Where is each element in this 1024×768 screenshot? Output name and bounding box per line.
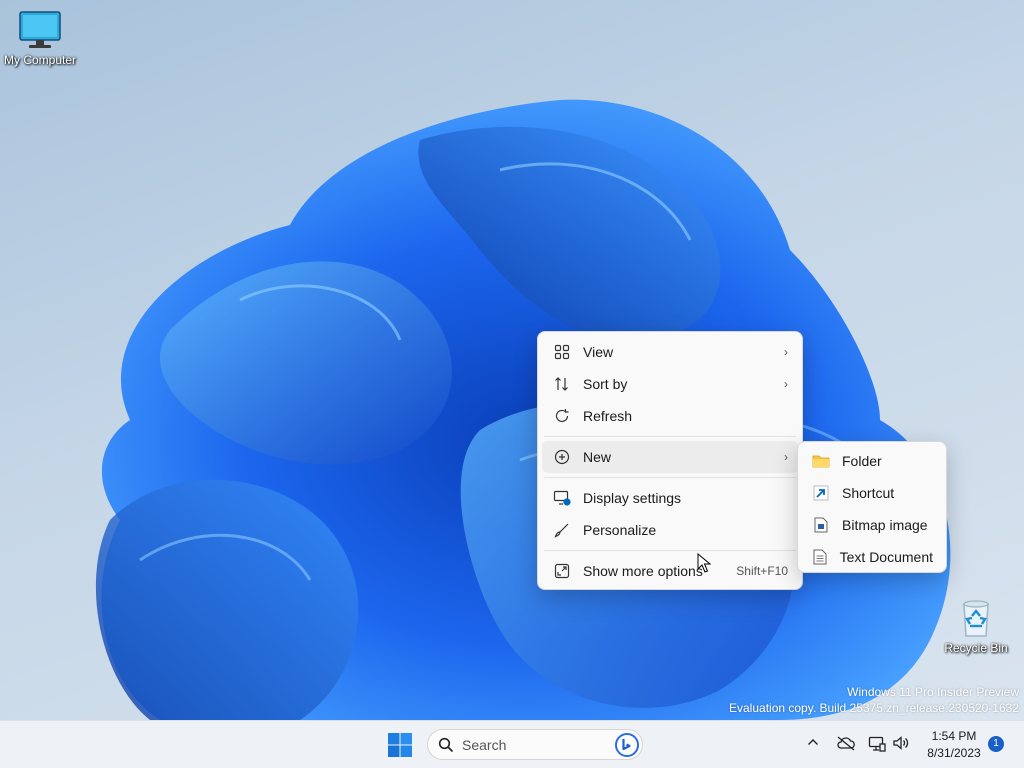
desktop-icon-label: My Computer <box>3 53 77 67</box>
notification-badge[interactable]: 1 <box>988 736 1004 752</box>
chevron-up-icon[interactable] <box>806 735 820 749</box>
network-icon[interactable] <box>868 735 886 753</box>
refresh-icon <box>551 407 573 425</box>
desktop-icon-label: Recycle Bin <box>944 641 1008 655</box>
watermark-line-2: Evaluation copy. Build 25375.zn_release.… <box>729 701 1019 715</box>
taskbar-clock[interactable]: 1:54 PM 8/31/2023 <box>922 728 986 762</box>
submenu-item-text-document[interactable]: Text Document <box>801 541 943 573</box>
sort-icon <box>551 375 573 393</box>
submenu-item-bitmap-image[interactable]: Bitmap image <box>801 509 943 541</box>
menu-item-refresh[interactable]: Refresh <box>542 400 798 432</box>
recycle-bin-icon <box>963 600 989 637</box>
text-document-icon <box>810 548 830 566</box>
bitmap-icon <box>810 516 832 534</box>
desktop-context-menu: View › Sort by › Refresh New › Display s… <box>537 331 803 590</box>
keyboard-shortcut: Shift+F10 <box>736 564 788 578</box>
chevron-right-icon: › <box>784 377 788 391</box>
menu-separator <box>544 477 796 478</box>
windows-logo-icon <box>388 733 412 757</box>
mouse-cursor-icon <box>697 553 711 573</box>
search-placeholder: Search <box>462 736 507 753</box>
bing-chat-icon[interactable] <box>614 732 640 758</box>
brush-icon <box>551 521 573 539</box>
display-settings-icon <box>551 489 573 507</box>
watermark-line-1: Windows 11 Pro Insider Preview <box>847 685 1019 699</box>
menu-item-sort-by[interactable]: Sort by › <box>542 368 798 400</box>
submenu-item-folder[interactable]: Folder <box>801 445 943 477</box>
desktop-icon-my-computer[interactable]: My Computer <box>0 10 80 67</box>
menu-item-label: Sort by <box>583 376 628 392</box>
folder-icon <box>810 452 832 470</box>
menu-item-show-more-options[interactable]: Show more options Shift+F10 <box>542 555 798 587</box>
monitor-icon <box>19 11 61 48</box>
menu-item-label: View <box>583 344 614 360</box>
menu-item-new[interactable]: New › <box>542 441 798 473</box>
menu-item-display-settings[interactable]: Display settings <box>542 482 798 514</box>
menu-item-view[interactable]: View › <box>542 336 798 368</box>
menu-item-personalize[interactable]: Personalize <box>542 514 798 546</box>
menu-item-label: Refresh <box>583 408 633 424</box>
chevron-right-icon: › <box>784 450 788 464</box>
desktop[interactable]: My Computer Recycle Bin Windows 11 Pro I… <box>0 0 1024 720</box>
menu-separator <box>544 550 796 551</box>
evaluation-watermark: Windows 11 Pro Insider Preview Evaluatio… <box>729 684 1019 716</box>
taskbar: Search 1:54 PM 8/31/2023 1 <box>0 720 1024 768</box>
menu-item-label: Display settings <box>583 490 682 506</box>
menu-item-label: Shortcut <box>842 485 895 501</box>
clock-time: 1:54 PM <box>931 729 977 743</box>
search-icon <box>438 737 454 752</box>
chevron-right-icon: › <box>784 345 788 359</box>
menu-item-label: Show more options <box>583 563 703 579</box>
new-submenu: Folder Shortcut Bitmap image Text Docume… <box>797 441 947 573</box>
shortcut-icon <box>810 484 832 502</box>
desktop-icon-recycle-bin[interactable]: Recycle Bin <box>936 598 1016 655</box>
menu-separator <box>544 436 796 437</box>
menu-item-label: Bitmap image <box>842 517 928 533</box>
menu-item-label: Folder <box>842 453 882 469</box>
start-button[interactable] <box>386 731 414 759</box>
menu-item-label: New <box>583 449 612 465</box>
plus-circle-icon <box>551 448 573 466</box>
expand-icon <box>551 562 573 580</box>
onedrive-offline-icon[interactable] <box>836 735 856 751</box>
submenu-item-shortcut[interactable]: Shortcut <box>801 477 943 509</box>
menu-item-label: Text Document <box>839 549 933 565</box>
taskbar-search-box[interactable]: Search <box>427 729 643 760</box>
clock-date: 8/31/2023 <box>927 746 981 760</box>
wallpaper-bloom <box>95 99 951 720</box>
menu-item-label: Personalize <box>583 522 657 538</box>
grid-icon <box>551 343 573 361</box>
volume-icon[interactable] <box>892 735 910 751</box>
